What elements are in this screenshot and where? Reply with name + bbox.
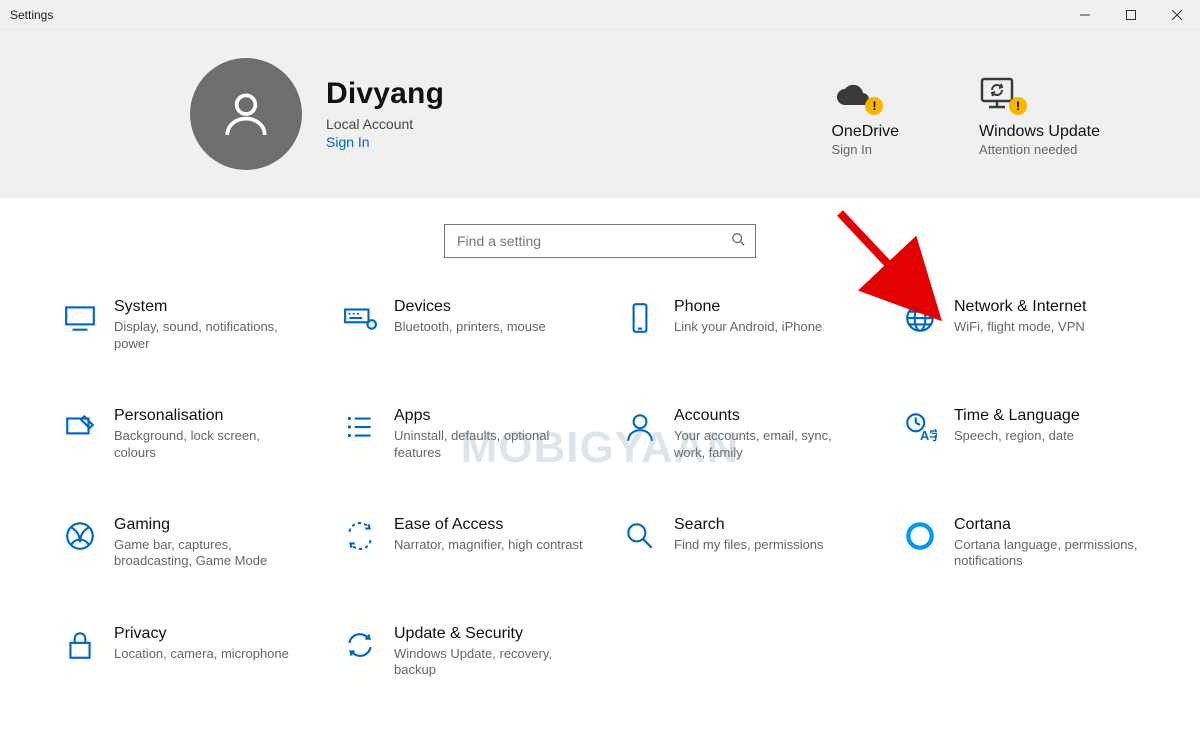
category-privacy[interactable]: Privacy Location, camera, microphone (60, 625, 340, 679)
cortana-ring-icon (903, 519, 937, 553)
category-title: Ease of Access (394, 516, 583, 534)
category-desc: Background, lock screen, colours (114, 428, 304, 461)
header-status-group: ! OneDrive Sign In ! Windows Update Atte… (831, 71, 1140, 157)
sign-in-link[interactable]: Sign In (326, 134, 444, 150)
category-ease-of-access[interactable]: Ease of Access Narrator, magnifier, high… (340, 516, 620, 570)
onedrive-title: OneDrive (831, 123, 899, 141)
category-desc: WiFi, flight mode, VPN (954, 319, 1087, 335)
category-apps[interactable]: Apps Uninstall, defaults, optional featu… (340, 407, 620, 461)
user-avatar[interactable] (190, 58, 302, 170)
user-name: Divyang (326, 78, 444, 110)
clock-language-icon: A字 (903, 410, 937, 444)
category-desc: Bluetooth, printers, mouse (394, 319, 546, 335)
category-desc: Find my files, permissions (674, 537, 824, 553)
warning-badge-icon: ! (865, 97, 883, 115)
window-close-button[interactable] (1154, 0, 1200, 30)
category-desc: Uninstall, defaults, optional features (394, 428, 584, 461)
category-phone[interactable]: Phone Link your Android, iPhone (620, 298, 900, 352)
category-title: System (114, 298, 304, 316)
category-title: Devices (394, 298, 546, 316)
user-info: Divyang Local Account Sign In (326, 78, 444, 150)
category-desc: Display, sound, notifications, power (114, 319, 304, 352)
ease-of-access-icon (343, 519, 377, 553)
onedrive-subtitle: Sign In (831, 142, 871, 157)
category-title: Time & Language (954, 407, 1080, 425)
category-desc: Windows Update, recovery, backup (394, 646, 584, 679)
category-devices[interactable]: Devices Bluetooth, printers, mouse (340, 298, 620, 352)
category-system[interactable]: System Display, sound, notifications, po… (60, 298, 340, 352)
phone-icon (623, 301, 657, 335)
category-title: Apps (394, 407, 584, 425)
category-title: Network & Internet (954, 298, 1087, 316)
category-title: Accounts (674, 407, 864, 425)
category-gaming[interactable]: Gaming Game bar, captures, broadcasting,… (60, 516, 340, 570)
close-icon (1172, 10, 1182, 20)
minimize-icon (1080, 10, 1090, 20)
sync-arrows-icon (343, 628, 377, 662)
search-icon (731, 232, 745, 251)
update-icon-wrap: ! (979, 71, 1019, 111)
onedrive-icon-wrap: ! (831, 71, 875, 111)
windows-update-status-tile[interactable]: ! Windows Update Attention needed (979, 71, 1100, 157)
window-minimize-button[interactable] (1062, 0, 1108, 30)
category-title: Privacy (114, 625, 289, 643)
category-desc: Location, camera, microphone (114, 646, 289, 662)
xbox-icon (63, 519, 97, 553)
warning-badge-icon: ! (1009, 97, 1027, 115)
category-title: Update & Security (394, 625, 584, 643)
account-header: Divyang Local Account Sign In ! OneDrive… (0, 30, 1200, 198)
category-title: Personalisation (114, 407, 304, 425)
category-desc: Game bar, captures, broadcasting, Game M… (114, 537, 304, 570)
category-title: Cortana (954, 516, 1144, 534)
category-desc: Narrator, magnifier, high contrast (394, 537, 583, 553)
category-title: Search (674, 516, 824, 534)
category-desc: Link your Android, iPhone (674, 319, 822, 335)
globe-icon (903, 301, 937, 335)
window-maximize-button[interactable] (1108, 0, 1154, 30)
list-icon (343, 410, 377, 444)
update-title: Windows Update (979, 123, 1100, 141)
window-title: Settings (10, 8, 53, 22)
lock-icon (63, 628, 97, 662)
category-update-security[interactable]: Update & Security Windows Update, recove… (340, 625, 620, 679)
category-accounts[interactable]: Accounts Your accounts, email, sync, wor… (620, 407, 900, 461)
category-personalisation[interactable]: Personalisation Background, lock screen,… (60, 407, 340, 461)
user-subtitle: Local Account (326, 116, 444, 132)
person-icon (218, 86, 274, 142)
window-titlebar: Settings (0, 0, 1200, 30)
search-input[interactable] (455, 232, 731, 250)
svg-text:A字: A字 (920, 428, 937, 443)
search-row (0, 198, 1200, 268)
category-desc: Speech, region, date (954, 428, 1080, 444)
person-outline-icon (623, 410, 657, 444)
search-box[interactable] (444, 224, 756, 258)
category-time-language[interactable]: A字 Time & Language Speech, region, date (900, 407, 1180, 461)
settings-categories-grid: System Display, sound, notifications, po… (0, 268, 1200, 709)
monitor-icon (63, 301, 97, 335)
paint-icon (63, 410, 97, 444)
category-title: Gaming (114, 516, 304, 534)
maximize-icon (1126, 10, 1136, 20)
category-desc: Your accounts, email, sync, work, family (674, 428, 864, 461)
category-desc: Cortana language, permissions, notificat… (954, 537, 1144, 570)
onedrive-status-tile[interactable]: ! OneDrive Sign In (831, 71, 899, 157)
category-network[interactable]: Network & Internet WiFi, flight mode, VP… (900, 298, 1180, 352)
category-search[interactable]: Search Find my files, permissions (620, 516, 900, 570)
update-subtitle: Attention needed (979, 142, 1077, 157)
magnifier-icon (623, 519, 657, 553)
keyboard-icon (343, 301, 377, 335)
category-cortana[interactable]: Cortana Cortana language, permissions, n… (900, 516, 1180, 570)
category-title: Phone (674, 298, 822, 316)
